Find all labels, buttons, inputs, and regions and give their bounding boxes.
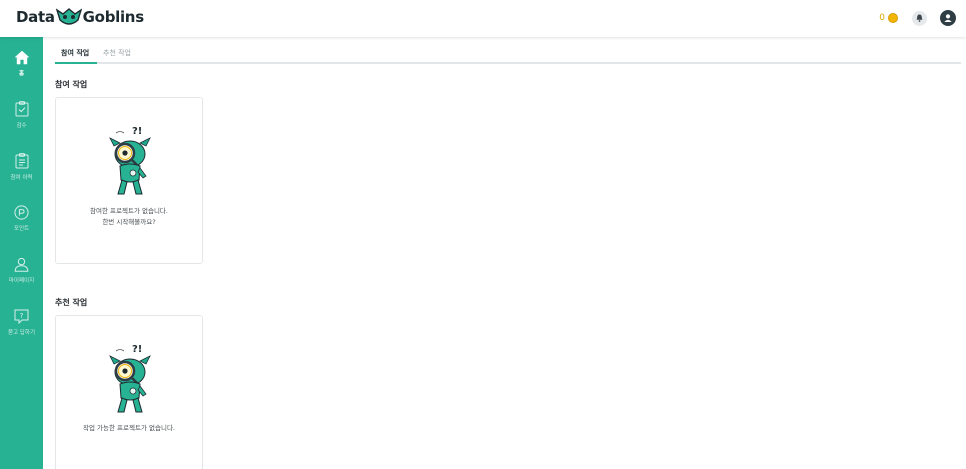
sidebar-item-label: 포인트 bbox=[14, 224, 29, 232]
active-tab-indicator bbox=[55, 62, 97, 64]
datagoblins-logo[interactable]: Data Goblins bbox=[16, 4, 144, 30]
home-icon bbox=[14, 50, 30, 65]
question-icon: ? bbox=[14, 309, 29, 324]
empty-message-line1: 참여한 프로젝트가 없습니다. bbox=[56, 206, 202, 217]
sidebar-item-mypage[interactable]: 마이페이지 bbox=[0, 257, 43, 284]
sidebar-item-points[interactable]: 포인트 bbox=[0, 205, 43, 232]
sidebar-item-qna[interactable]: ? 묻고 답하기 bbox=[0, 309, 43, 336]
top-header: Data Goblins 0 bbox=[0, 0, 966, 37]
sidebar-item-label: 참여 이력 bbox=[11, 173, 33, 181]
section-title-recommended: 추천 작업 bbox=[55, 297, 87, 308]
svg-text:?!: ?! bbox=[132, 126, 142, 137]
svg-text:?!: ?! bbox=[132, 344, 142, 355]
user-icon bbox=[14, 257, 29, 272]
sidebar-item-label: 홈 bbox=[19, 69, 24, 77]
point-value: 0 bbox=[879, 13, 885, 23]
empty-participating-card: ?! 참여한 프로젝트가 없습니다. 한번 시작해볼까요? bbox=[55, 97, 203, 264]
section-title-participating: 참여 작업 bbox=[55, 79, 87, 90]
sidebar: 홈 검수 참여 이력 포인트 마이페이지 bbox=[0, 37, 43, 469]
clipboard-list-icon bbox=[15, 153, 29, 169]
profile-button[interactable] bbox=[940, 10, 956, 26]
empty-message-line2: 한번 시작해볼까요? bbox=[56, 217, 202, 228]
sidebar-item-history[interactable]: 참여 이력 bbox=[0, 153, 43, 181]
goblin-mask-logo-icon bbox=[56, 6, 82, 28]
logo-text-data: Data bbox=[16, 8, 55, 26]
notification-button[interactable] bbox=[912, 11, 927, 26]
coin-icon bbox=[888, 13, 898, 23]
clipboard-check-icon bbox=[15, 101, 29, 117]
goblin-magnifier-illustration: ?! bbox=[106, 342, 154, 416]
empty-message-line1: 작업 가능한 프로젝트가 없습니다. bbox=[56, 423, 202, 434]
sidebar-item-label: 묻고 답하기 bbox=[8, 328, 35, 336]
empty-recommended-card: ?! 작업 가능한 프로젝트가 없습니다. bbox=[55, 315, 203, 469]
sidebar-item-label: 검수 bbox=[16, 121, 26, 129]
point-coin-icon bbox=[14, 205, 29, 220]
work-tabs: 참여 작업 추천 작업 bbox=[55, 45, 961, 64]
sidebar-item-label: 마이페이지 bbox=[9, 276, 34, 284]
goblin-magnifier-illustration: ?! bbox=[106, 124, 154, 198]
tab-recommended[interactable]: 추천 작업 bbox=[103, 48, 131, 58]
tab-participating[interactable]: 참여 작업 bbox=[61, 48, 89, 58]
point-balance[interactable]: 0 bbox=[879, 13, 898, 23]
logo-text-goblins: Goblins bbox=[83, 8, 144, 26]
bell-icon bbox=[916, 14, 923, 22]
sidebar-item-home[interactable]: 홈 bbox=[0, 50, 43, 77]
user-icon bbox=[943, 13, 953, 23]
svg-text:?: ? bbox=[20, 312, 24, 320]
sidebar-item-review[interactable]: 검수 bbox=[0, 101, 43, 129]
